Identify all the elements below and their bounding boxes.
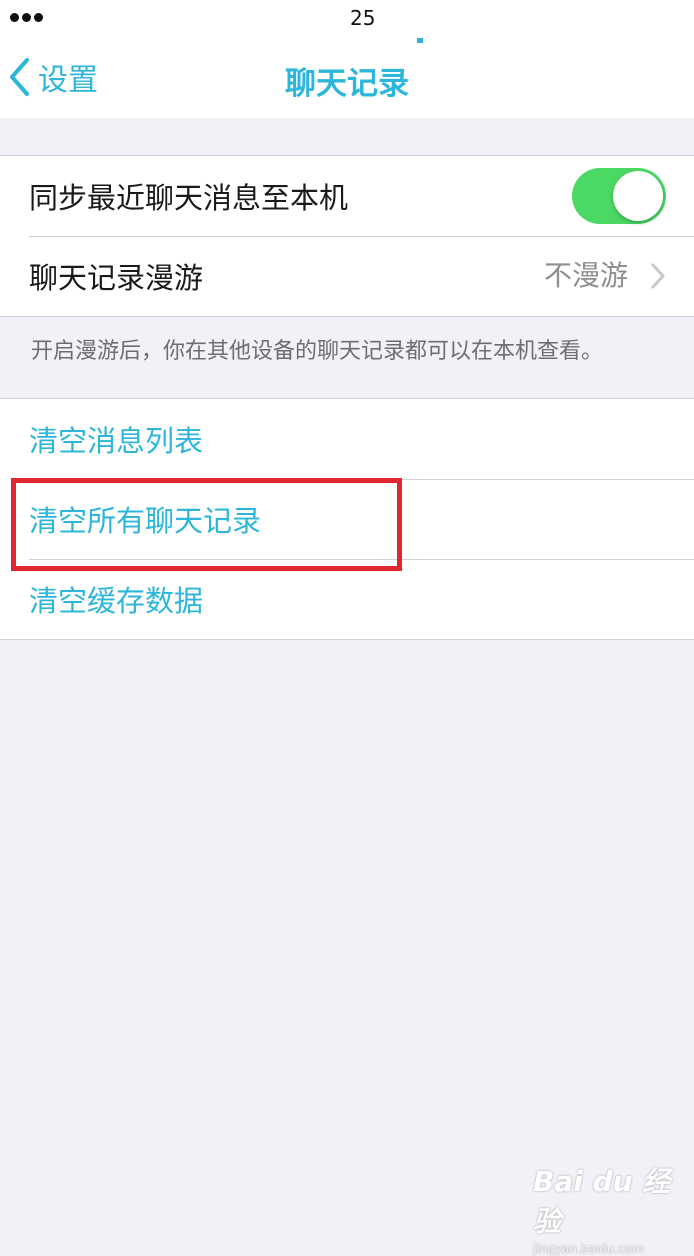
watermark-url: jingyan.baidu.com bbox=[533, 1242, 644, 1256]
baidu-jingyan-watermark: Bai du 经验 jingyan.baidu.com bbox=[533, 1160, 694, 1256]
page-title: 聊天记录 bbox=[285, 66, 409, 102]
chevron-right-icon bbox=[651, 263, 665, 289]
clear-message-list-button[interactable]: 清空消息列表 bbox=[0, 399, 694, 479]
navigation-bar: 设置 聊天记录 bbox=[0, 38, 694, 118]
watermark-logo: Bai du 经验 bbox=[533, 1165, 671, 1238]
chat-roaming-label: 聊天记录漫游 bbox=[29, 261, 204, 295]
nav-indicator-dot bbox=[417, 38, 423, 43]
status-bar: 25 bbox=[0, 0, 694, 38]
status-time: 25 bbox=[350, 6, 376, 30]
chat-roaming-value: 不漫游 bbox=[543, 259, 628, 292]
clear-cache-button[interactable]: 清空缓存数据 bbox=[0, 559, 694, 639]
clear-message-list-label: 清空消息列表 bbox=[29, 424, 204, 458]
sync-recent-messages-label: 同步最近聊天消息至本机 bbox=[29, 181, 349, 215]
chat-roaming-row[interactable]: 聊天记录漫游 不漫游 bbox=[0, 236, 694, 316]
roaming-footnote: 开启漫游后，你在其他设备的聊天记录都可以在本机查看。 bbox=[31, 339, 604, 364]
sync-recent-messages-row: 同步最近聊天消息至本机 bbox=[0, 156, 694, 236]
sync-settings-group: 同步最近聊天消息至本机 聊天记录漫游 不漫游 bbox=[0, 155, 694, 317]
clear-all-chat-history-label: 清空所有聊天记录 bbox=[29, 504, 262, 538]
sync-recent-messages-toggle[interactable] bbox=[572, 168, 666, 224]
clear-cache-label: 清空缓存数据 bbox=[29, 584, 204, 618]
clear-actions-group: 清空消息列表 清空所有聊天记录 清空缓存数据 bbox=[0, 398, 694, 640]
signal-strength-icon bbox=[10, 13, 43, 22]
toggle-knob bbox=[613, 171, 663, 221]
clear-all-chat-history-button[interactable]: 清空所有聊天记录 bbox=[0, 479, 694, 559]
